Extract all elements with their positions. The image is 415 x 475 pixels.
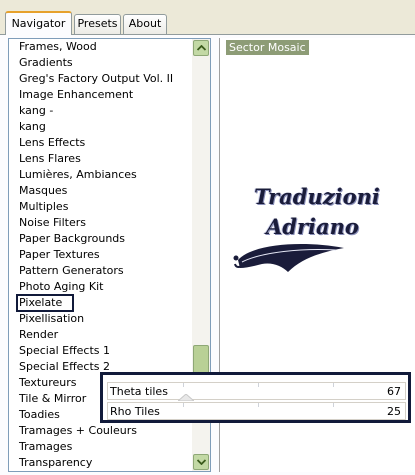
- list-item[interactable]: Paper Textures: [9, 247, 210, 263]
- list-item[interactable]: kang: [9, 119, 210, 135]
- list-item[interactable]: Frames, Wood: [9, 39, 210, 55]
- list-item[interactable]: Transparency: [9, 455, 210, 471]
- scroll-down-button[interactable]: [193, 454, 209, 470]
- list-item[interactable]: Noise Filters: [9, 215, 210, 231]
- list-item[interactable]: Tramages + Couleurs: [9, 423, 210, 439]
- tab-bar: Navigator Presets About: [0, 0, 415, 36]
- list-item[interactable]: Pattern Generators: [9, 263, 210, 279]
- list-item[interactable]: Photo Aging Kit: [9, 279, 210, 295]
- theta-tiles-slider[interactable]: Theta tiles 67: [107, 382, 406, 401]
- scroll-thumb[interactable]: [193, 345, 209, 375]
- list-item[interactable]: Multiples: [9, 199, 210, 215]
- list-item[interactable]: Lumières, Ambiances: [9, 167, 210, 183]
- list-item[interactable]: Pixellisation: [9, 311, 210, 327]
- watermark-feather-icon: [233, 244, 344, 272]
- list-item[interactable]: Gradients: [9, 55, 210, 71]
- list-item[interactable]: Tramages: [9, 439, 210, 455]
- watermark-text-line1: Traduzioni: [254, 184, 380, 209]
- slider-value: 67: [387, 385, 401, 398]
- list-item[interactable]: Masques: [9, 183, 210, 199]
- tab-about[interactable]: About: [123, 14, 167, 34]
- list-item[interactable]: Lens Flares: [9, 151, 210, 167]
- chevron-down-icon: [196, 459, 206, 465]
- slider-label: Theta tiles: [110, 385, 168, 398]
- rho-tiles-slider[interactable]: Rho Tiles 25: [107, 402, 406, 420]
- list-item[interactable]: Special Effects 1: [9, 343, 210, 359]
- list-item[interactable]: Paper Backgrounds: [9, 231, 210, 247]
- slider-thumb-icon[interactable]: [178, 394, 194, 401]
- list-item[interactable]: Image Enhancement: [9, 87, 210, 103]
- slider-panel: Theta tiles 67 Rho Tiles 25: [100, 372, 411, 423]
- scroll-up-button[interactable]: [193, 40, 209, 56]
- slider-value: 25: [387, 405, 401, 418]
- chevron-up-icon: [196, 45, 206, 51]
- watermark-text-line2: Adriano: [266, 214, 359, 239]
- slider-label: Rho Tiles: [110, 405, 160, 418]
- tab-presets[interactable]: Presets: [74, 14, 121, 34]
- list-item[interactable]: Lens Effects: [9, 135, 210, 151]
- selected-item-highlight: [16, 294, 74, 312]
- list-item[interactable]: Render: [9, 327, 210, 343]
- list-item[interactable]: kang -: [9, 103, 210, 119]
- tab-navigator[interactable]: Navigator: [5, 11, 72, 35]
- filter-name-label: Sector Mosaic: [226, 40, 309, 55]
- list-item[interactable]: Greg's Factory Output Vol. II: [9, 71, 210, 87]
